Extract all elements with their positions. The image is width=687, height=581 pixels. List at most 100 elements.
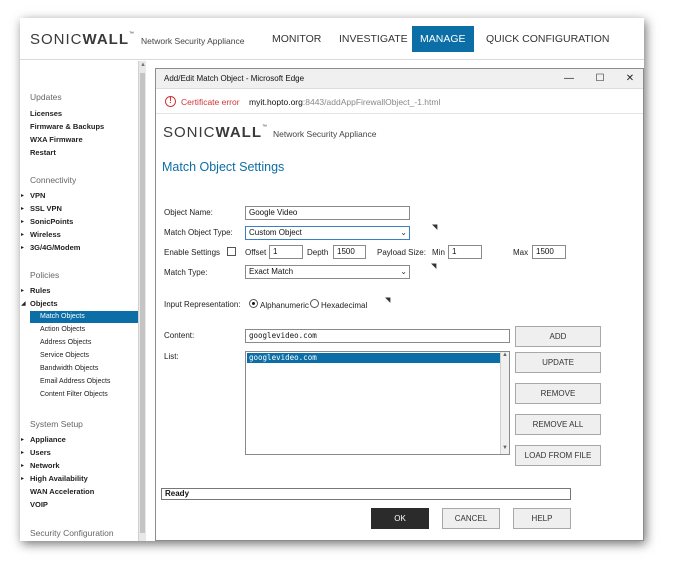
sidebar-item-users[interactable]: Users (30, 448, 51, 457)
sidebar-item-sonicpoints[interactable]: SonicPoints (30, 217, 73, 226)
sidebar-scrollbar-thumb[interactable] (140, 73, 145, 533)
url-path: :8443/addAppFirewallObject_-1.html (302, 97, 441, 107)
certificate-error-icon[interactable]: ! (165, 96, 176, 107)
sidebar-sub-action-objects[interactable]: Action Objects (40, 326, 85, 333)
sidebar-item-ssl-vpn[interactable]: SSL VPN (30, 204, 62, 213)
nav-manage[interactable]: MANAGE (412, 26, 474, 52)
sidebar-section-security-configuration: Security Configuration (30, 528, 114, 538)
sonicwall-logo: SONICWALL™ (30, 31, 136, 48)
url-host: myit.hopto.org (249, 97, 303, 107)
sidebar-item-wireless[interactable]: Wireless (30, 230, 61, 239)
add-button[interactable]: ADD (515, 326, 601, 347)
input-representation-label: Input Representation: (164, 300, 241, 309)
nav-investigate[interactable]: INVESTIGATE (331, 26, 416, 52)
collapse-arrow-icon[interactable]: ◢ (21, 300, 26, 307)
expand-arrow-icon[interactable]: ▸ (21, 449, 24, 456)
payload-size-label: Payload Size: (377, 248, 426, 257)
hexadecimal-label[interactable]: Hexadecimal (321, 301, 367, 310)
sidebar-item-firmware-backups[interactable]: Firmware & Backups (30, 122, 104, 131)
ok-button[interactable]: OK (371, 508, 429, 529)
enable-settings-checkbox[interactable] (227, 247, 236, 256)
sidebar-sub-match-objects[interactable]: Match Objects (30, 311, 138, 323)
depth-label: Depth (307, 248, 329, 257)
sidebar-item-high-availability[interactable]: High Availability (30, 474, 88, 483)
sidebar-item-vpn[interactable]: VPN (30, 191, 45, 200)
sidebar-item-rules[interactable]: Rules (30, 286, 50, 295)
alphanumeric-radio[interactable] (249, 299, 258, 308)
list-item[interactable]: googlevideo.com (247, 353, 500, 363)
sidebar-section-system-setup: System Setup (30, 419, 83, 429)
sidebar-item-wan-acceleration[interactable]: WAN Acceleration (30, 487, 94, 496)
cancel-button[interactable]: CANCEL (442, 508, 500, 529)
payload-min-input[interactable]: 1 (448, 245, 482, 259)
expand-arrow-icon[interactable]: ▸ (21, 475, 24, 482)
depth-input[interactable]: 1500 (333, 245, 366, 259)
sidebar-item-network[interactable]: Network (30, 461, 60, 470)
content-label: Content: (164, 331, 195, 340)
sidebar-section-policies: Policies (30, 270, 60, 280)
dialog-product-name: Network Security Appliance (273, 129, 377, 139)
sidebar-item-licenses[interactable]: Licenses (30, 109, 62, 118)
match-type-label: Match Type: (164, 268, 208, 277)
expand-arrow-icon[interactable]: ▸ (21, 244, 24, 251)
pointer-mark-icon: ◥ (385, 297, 391, 304)
offset-input[interactable]: 1 (269, 245, 303, 259)
payload-max-input[interactable]: 1500 (532, 245, 566, 259)
match-object-dialog: Add/Edit Match Object - Microsoft Edge —… (155, 68, 644, 541)
sidebar-item-restart[interactable]: Restart (30, 148, 56, 157)
load-from-file-button[interactable]: LOAD FROM FILE (515, 445, 601, 466)
sidebar-sub-content-filter-objects[interactable]: Content Filter Objects (40, 391, 108, 398)
list-scrollbar[interactable]: ▲ ▼ (500, 352, 509, 454)
object-name-label: Object Name: (164, 208, 213, 217)
nav-monitor[interactable]: MONITOR (264, 26, 329, 52)
expand-arrow-icon[interactable]: ▸ (21, 436, 24, 443)
object-name-input[interactable]: Google Video (245, 206, 410, 220)
url-text[interactable]: myit.hopto.org:8443/addAppFirewallObject… (249, 97, 440, 107)
status-bar: Ready (161, 488, 571, 500)
minimize-icon[interactable]: — (562, 72, 576, 86)
list-label: List: (164, 352, 179, 361)
content-input[interactable]: googlevideo.com (245, 329, 510, 343)
expand-arrow-icon[interactable]: ▸ (21, 192, 24, 199)
match-object-type-value: Custom Object (249, 228, 302, 237)
scroll-up-arrow-icon[interactable]: ▲ (502, 352, 508, 358)
match-list-box[interactable]: googlevideo.com ▲ ▼ (245, 351, 510, 455)
expand-arrow-icon[interactable]: ▸ (21, 218, 24, 225)
help-button[interactable]: HELP (513, 508, 571, 529)
sidebar-item-wxa-firmware[interactable]: WXA Firmware (30, 135, 83, 144)
chevron-down-icon: ⌄ (400, 267, 407, 276)
sidebar-item-objects[interactable]: Objects (30, 299, 58, 308)
remove-all-button[interactable]: REMOVE ALL (515, 414, 601, 435)
match-object-type-select[interactable]: Custom Object ⌄ (245, 226, 410, 240)
scroll-up-arrow-icon[interactable]: ▲ (140, 62, 146, 68)
update-button[interactable]: UPDATE (515, 352, 601, 373)
remove-button[interactable]: REMOVE (515, 383, 601, 404)
address-bar[interactable]: ! Certificate error myit.hopto.org:8443/… (156, 90, 643, 114)
sidebar-sub-address-objects[interactable]: Address Objects (40, 339, 91, 346)
sidebar-section-connectivity: Connectivity (30, 175, 77, 185)
close-icon[interactable]: ✕ (623, 72, 637, 86)
maximize-icon[interactable]: ☐ (593, 72, 607, 86)
nav-quick-configuration[interactable]: QUICK CONFIGURATION (478, 26, 617, 52)
match-type-select[interactable]: Exact Match ⌄ (245, 265, 410, 279)
max-label: Max (513, 248, 529, 257)
expand-arrow-icon[interactable]: ▸ (21, 287, 24, 294)
expand-arrow-icon[interactable]: ▸ (21, 231, 24, 238)
hexadecimal-radio[interactable] (310, 299, 319, 308)
sidebar-item-appliance[interactable]: Appliance (30, 435, 66, 444)
sidebar-sub-bandwidth-objects[interactable]: Bandwidth Objects (40, 365, 98, 372)
certificate-error-text[interactable]: Certificate error (181, 97, 240, 107)
expand-arrow-icon[interactable]: ▸ (21, 205, 24, 212)
scroll-down-arrow-icon[interactable]: ▼ (502, 445, 508, 451)
dialog-window-title: Add/Edit Match Object - Microsoft Edge (164, 74, 305, 83)
sidebar-scrollbar[interactable]: ▲ (138, 61, 146, 541)
product-name: Network Security Appliance (141, 36, 245, 46)
sidebar-item-3g-4g-modem[interactable]: 3G/4G/Modem (30, 243, 80, 252)
alphanumeric-label[interactable]: Alphanumeric (260, 301, 309, 310)
dialog-sonicwall-logo: SONICWALL™ (163, 124, 269, 141)
pointer-mark-icon: ◥ (432, 224, 438, 231)
sidebar-item-voip[interactable]: VOIP (30, 500, 48, 509)
sidebar-sub-service-objects[interactable]: Service Objects (40, 352, 89, 359)
sidebar-sub-email-address-objects[interactable]: Email Address Objects (40, 378, 110, 385)
expand-arrow-icon[interactable]: ▸ (21, 462, 24, 469)
